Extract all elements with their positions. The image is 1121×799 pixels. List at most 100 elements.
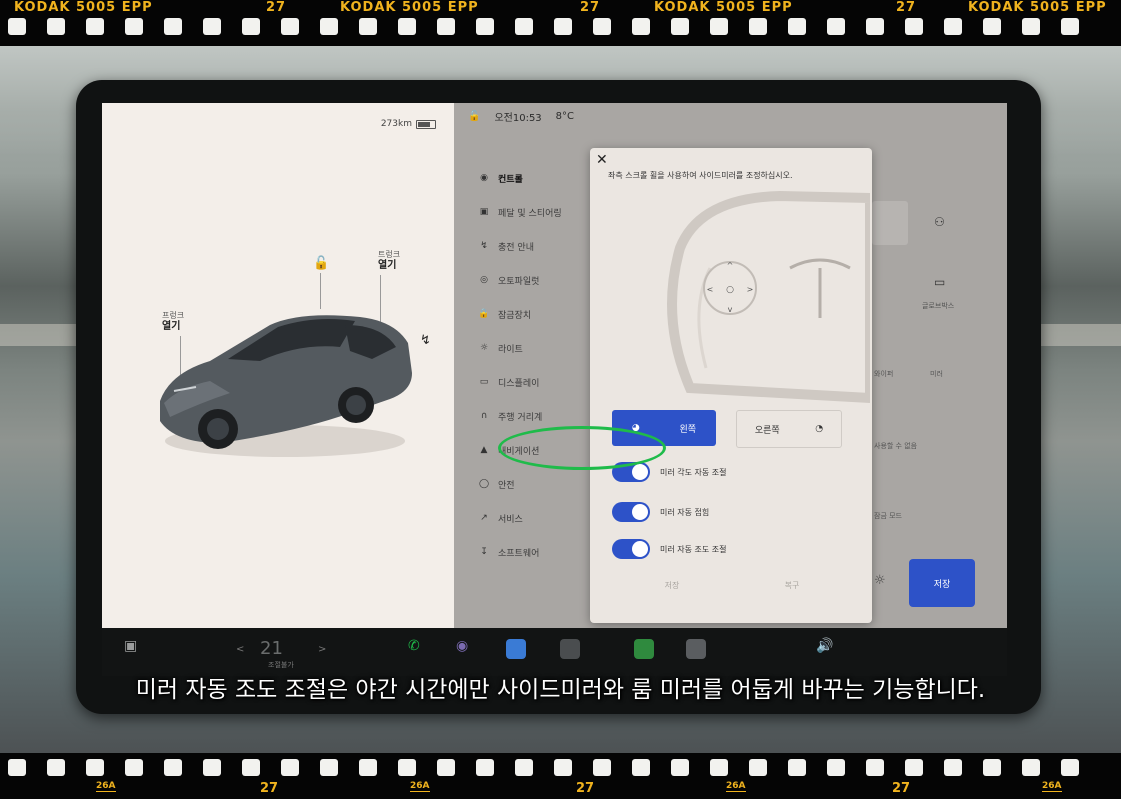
menu-item-label: 디스플레이: [498, 378, 540, 389]
sprocket-holes: [8, 18, 1079, 35]
right-mirror-button[interactable]: 오른쪽 ◔: [736, 410, 842, 448]
menu-item-label: 페달 및 스티어링: [498, 208, 562, 219]
outside-temperature: 8°C: [555, 110, 575, 122]
auto-dim-row: 미러 자동 조도 조절: [612, 539, 727, 559]
glovebox-icon[interactable]: ▭: [934, 275, 945, 289]
menu-item-label: 라이트: [498, 344, 523, 355]
menu-item-display[interactable]: ▭ 디스플레이: [476, 365, 562, 399]
range-value: 273km: [380, 119, 412, 129]
settings-menu: ◉ 컨트롤 ▣ 페달 및 스티어링 ↯ 충전 안내 ◎ 오토파일럿 🔒 잠금장치 ☼ 라이트…: [476, 161, 562, 569]
mirror-adjust-dialog: ✕ 좌측 스크롤 휠을 사용하여 사이드미러를 조정하십시오. ○ ^ < > …: [590, 148, 872, 623]
right-mirror-label: 오른쪽: [754, 425, 780, 436]
clock: 오전10:53: [494, 112, 542, 124]
film-frame-number: 27: [576, 781, 595, 796]
quick-label: 미러: [930, 370, 943, 378]
menu-item-safety[interactable]: ◯ 안전: [476, 467, 562, 501]
svg-text:<: <: [707, 285, 714, 294]
menu-item-label: 충전 안내: [498, 242, 534, 253]
bluetooth-icon[interactable]: [506, 639, 526, 659]
settings-panel: 🔓 오전10:53 8°C ◉ 컨트롤 ▣ 페달 및 스티어링 ↯ 충전 안내 ◎ 오토…: [454, 103, 1007, 628]
car-status-panel: 273km 프렁크 열기 트렁크 열기 🔓 ↯: [102, 103, 454, 628]
touchscreen: 273km 프렁크 열기 트렁크 열기 🔓 ↯ 🔓 오전10:53 8°C ◉ …: [102, 103, 1007, 628]
lock-status-icon[interactable]: 🔓: [468, 111, 480, 122]
menu-item-lights[interactable]: ☼ 라이트: [476, 331, 562, 365]
brightness-icon[interactable]: ☼: [874, 573, 886, 588]
film-label: KODAK 5005 EPP: [14, 0, 153, 15]
camera-icon[interactable]: ◉: [456, 638, 468, 654]
svg-text:v: v: [728, 305, 733, 314]
trunk-open-button[interactable]: 트렁크 열기: [378, 249, 400, 271]
menu-item-label: 컨트롤: [498, 174, 523, 185]
quick-label: 잠금 모드: [874, 512, 902, 520]
menu-item-service[interactable]: ↗ 서비스: [476, 501, 562, 535]
bolt-icon: ↯: [480, 241, 488, 251]
menu-item-label: 잠금장치: [498, 310, 532, 321]
menu-item-pedals-steering[interactable]: ▣ 페달 및 스티어링: [476, 195, 562, 229]
menu-item-software[interactable]: ↧ 소프트웨어: [476, 535, 562, 569]
film-frame-number: 27: [260, 781, 279, 796]
save-button[interactable]: 저장: [909, 559, 975, 607]
film-frame-number: 27: [580, 0, 601, 15]
film-strip-bottom: 26A 27 26A 27 26A 27 26A: [0, 753, 1121, 799]
menu-item-label: 서비스: [498, 514, 523, 525]
display-icon: ▭: [479, 377, 489, 387]
film-frame-number: 27: [896, 0, 917, 15]
car-icon: ▣: [479, 207, 489, 217]
menu-item-charging[interactable]: ↯ 충전 안내: [476, 229, 562, 263]
headlight-icon[interactable]: ⚇: [934, 215, 945, 229]
steering-wheel-icon: ◎: [480, 275, 488, 285]
navigation-icon: ▲: [480, 445, 488, 455]
modal-save-button[interactable]: 저장: [665, 580, 680, 591]
menu-item-locks[interactable]: 🔒 잠금장치: [476, 297, 562, 331]
auto-fold-toggle[interactable]: [612, 502, 650, 522]
close-icon[interactable]: ✕: [596, 152, 608, 168]
auto-dim-toggle[interactable]: [612, 539, 650, 559]
svg-text:^: ^: [727, 261, 734, 270]
menu-item-label: 주행 거리계: [498, 412, 543, 423]
svg-text:○: ○: [726, 285, 734, 295]
video-subtitle: 미러 자동 조도 조절은 야간 시간에만 사이드미러와 룸 미러를 어둡게 바꾸…: [135, 677, 986, 703]
auto-fold-row: 미러 자동 접힘: [612, 502, 709, 522]
energy-app-icon[interactable]: [634, 639, 654, 659]
charge-port-icon[interactable]: ↯: [420, 333, 431, 348]
calendar-icon[interactable]: [686, 639, 706, 659]
film-label: KODAK 5005 EPP: [340, 0, 479, 15]
headlight-tile[interactable]: [872, 201, 908, 245]
taskbar: ▣ < 21 > 조절불가 ✆ ◉ 🔊: [102, 628, 1007, 676]
modal-restore-button[interactable]: 복구: [785, 580, 800, 591]
menu-item-label: 소프트웨어: [498, 548, 540, 559]
menu-item-controls[interactable]: ◉ 컨트롤: [476, 161, 562, 195]
glovebox-label: 글로브박스: [922, 302, 955, 310]
modal-footer: 저장 복구: [612, 580, 852, 591]
volume-icon[interactable]: 🔊: [816, 638, 833, 654]
svg-text:>: >: [747, 285, 754, 294]
film-frame-number: 27: [892, 781, 911, 796]
lock-icon: 🔒: [478, 309, 490, 319]
status-bar: 🔓 오전10:53 8°C: [454, 103, 1007, 129]
cabin-temperature[interactable]: 21: [260, 638, 283, 659]
more-apps-icon[interactable]: [560, 639, 580, 659]
auto-fold-label: 미러 자동 접힘: [660, 507, 710, 517]
temp-down-icon[interactable]: <: [236, 644, 244, 655]
temp-up-icon[interactable]: >: [318, 644, 326, 655]
menu-item-autopilot[interactable]: ◎ 오토파일럿: [476, 263, 562, 297]
highlight-ring: [498, 426, 666, 470]
film-frame-mark: 26A: [410, 781, 430, 792]
mirror-icon: ◔: [815, 424, 824, 434]
toggle-icon: ◉: [480, 173, 488, 183]
film-label: KODAK 5005 EPP: [968, 0, 1107, 15]
auto-dim-label: 미러 자동 조도 조절: [660, 544, 727, 554]
battery-icon: [416, 119, 436, 129]
car-icon[interactable]: ▣: [124, 638, 137, 654]
left-mirror-label: 왼쪽: [679, 424, 697, 435]
odometer-icon: ∩: [480, 411, 488, 421]
film-strip-top: KODAK 5005 EPP 27 KODAK 5005 EPP 27 KODA…: [0, 0, 1121, 46]
range-indicator: 273km: [381, 119, 436, 129]
quick-label: 와이퍼: [874, 370, 894, 378]
phone-icon[interactable]: ✆: [408, 638, 420, 654]
wrench-icon: ↗: [480, 513, 488, 523]
unlock-icon[interactable]: 🔓: [313, 256, 329, 271]
film-frame-mark: 26A: [96, 781, 116, 792]
temp-unit: 조절불가: [268, 661, 294, 669]
mirror-instruction: 좌측 스크롤 휠을 사용하여 사이드미러를 조정하십시오.: [608, 171, 793, 180]
